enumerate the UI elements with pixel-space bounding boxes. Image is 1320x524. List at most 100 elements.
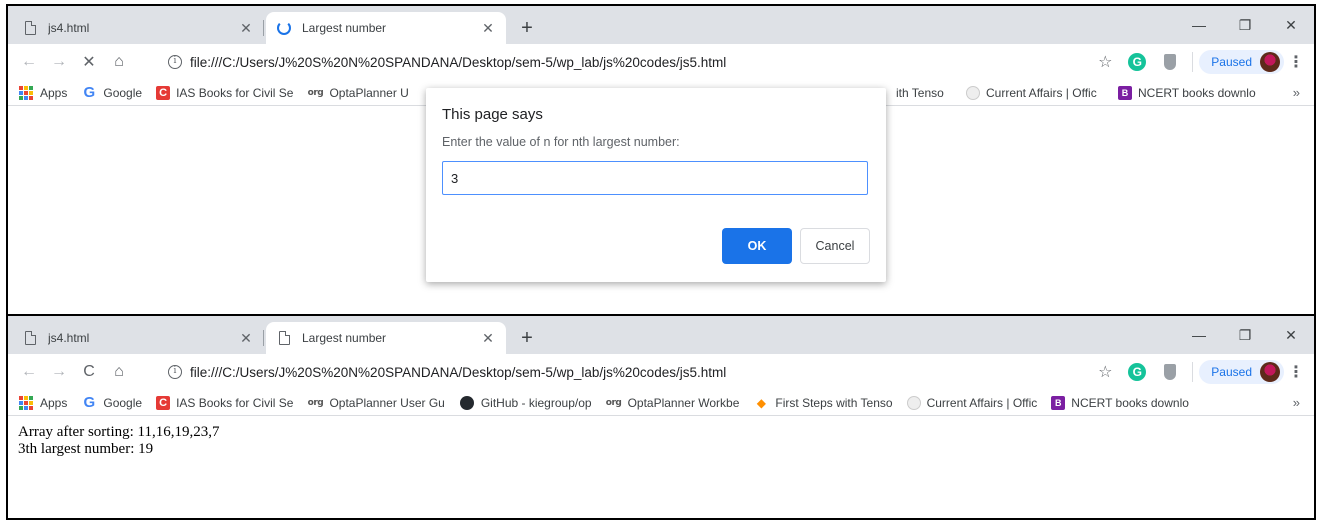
apps-grid-icon xyxy=(18,85,34,101)
tab-title: js4.html xyxy=(48,21,90,35)
address-bar[interactable]: i file:///C:/Users/J%20S%20N%20SPANDANA/… xyxy=(160,358,1104,386)
close-window-button[interactable]: ✕ xyxy=(1268,6,1314,44)
menu-icon[interactable]: ⋮ xyxy=(1284,362,1308,382)
bookmark-current-affairs[interactable]: Current Affairs | Offic xyxy=(966,85,1097,100)
prompt-input[interactable] xyxy=(442,161,868,195)
profile-paused-button[interactable]: Paused xyxy=(1199,360,1284,384)
bookmark-ncert[interactable]: B NCERT books downlo xyxy=(1118,85,1256,100)
loading-spinner-icon xyxy=(276,20,292,36)
minimize-button[interactable]: — xyxy=(1176,316,1222,354)
toolbar-right: ☆ G Paused ⋮ xyxy=(1090,48,1308,76)
more-bookmarks-icon[interactable]: » xyxy=(1293,85,1300,100)
bookmark-optaplanner-workbench[interactable]: org OptaPlanner Workbe xyxy=(606,395,740,411)
profile-status: Paused xyxy=(1211,365,1252,379)
shield-extension-icon[interactable] xyxy=(1164,54,1177,70)
sorted-array-text: Array after sorting: 11,16,19,23,7 xyxy=(18,424,220,440)
bookmark-label: IAS Books for Civil Se xyxy=(176,85,294,100)
toolbar-divider xyxy=(1192,362,1194,382)
bookmark-current-affairs[interactable]: Current Affairs | Offic xyxy=(906,395,1038,410)
profile-paused-button[interactable]: Paused xyxy=(1199,50,1284,74)
tab-largest-number[interactable]: Largest number ✕ xyxy=(266,322,506,354)
tensorflow-icon: ◆ xyxy=(756,395,767,410)
menu-icon[interactable]: ⋮ xyxy=(1284,52,1308,72)
github-icon xyxy=(459,395,475,411)
ncert-icon: B xyxy=(1118,85,1132,100)
tab-js4[interactable]: js4.html ✕ xyxy=(12,12,264,44)
bookmark-label: ith Tenso xyxy=(896,85,944,100)
tab-close-icon[interactable]: ✕ xyxy=(480,20,496,36)
grammarly-extension-icon[interactable]: G xyxy=(1128,53,1147,71)
bookmark-label: OptaPlanner U xyxy=(329,85,409,100)
home-button[interactable]: ⌂ xyxy=(104,357,134,387)
profile-status: Paused xyxy=(1211,55,1252,69)
back-button[interactable]: ← xyxy=(14,47,44,77)
bookmark-label: NCERT books downlo xyxy=(1071,395,1189,410)
document-icon xyxy=(22,330,38,346)
minimize-button[interactable]: — xyxy=(1176,6,1222,44)
new-tab-button[interactable]: + xyxy=(514,16,540,42)
bookmark-apps[interactable]: Apps xyxy=(18,395,67,411)
shield-extension-icon[interactable] xyxy=(1164,364,1177,380)
info-icon[interactable]: i xyxy=(168,55,182,69)
tab-strip: js4.html ✕ Largest number ✕ + — ❐ ✕ xyxy=(8,316,1314,354)
bookmark-google[interactable]: G Google xyxy=(81,394,143,411)
google-icon: G xyxy=(83,84,96,101)
prompt-dialog: This page says Enter the value of n for … xyxy=(426,88,886,282)
back-button[interactable]: ← xyxy=(14,357,44,387)
bookmark-label: Google xyxy=(103,85,143,100)
reload-button[interactable]: C xyxy=(74,357,104,387)
forward-button[interactable]: → xyxy=(44,47,74,77)
cancel-button[interactable]: Cancel xyxy=(800,228,870,264)
avatar xyxy=(1260,362,1280,382)
more-bookmarks-icon[interactable]: » xyxy=(1293,395,1300,410)
bookmark-star-icon[interactable]: ☆ xyxy=(1090,52,1120,72)
bookmark-ias-books[interactable]: C IAS Books for Civil Se xyxy=(156,85,294,100)
grammarly-extension-icon[interactable]: G xyxy=(1128,363,1147,381)
bookmark-google[interactable]: G Google xyxy=(81,84,143,101)
nth-largest-result-text: 3th largest number: 19 xyxy=(18,441,154,457)
tab-close-icon[interactable]: ✕ xyxy=(238,330,254,346)
tab-strip: js4.html ✕ Largest number ✕ + — ❐ ✕ xyxy=(8,6,1314,44)
tab-title: Largest number xyxy=(302,331,387,345)
bookmark-ias-books[interactable]: C IAS Books for Civil Se xyxy=(156,395,293,410)
new-tab-button[interactable]: + xyxy=(514,326,540,352)
restore-button[interactable]: ❐ xyxy=(1222,6,1268,44)
bookmark-label: Google xyxy=(103,395,143,410)
toolbar-divider xyxy=(1192,52,1194,72)
bookmark-optaplanner-guide[interactable]: org OptaPlanner User Gu xyxy=(307,395,445,411)
bookmark-apps[interactable]: Apps xyxy=(18,85,67,101)
bookmark-tensorflow[interactable]: ◆ First Steps with Tenso xyxy=(753,395,893,411)
bookmark-github[interactable]: GitHub - kiegroup/op xyxy=(459,395,592,411)
ias-books-icon: C xyxy=(156,395,171,410)
tab-js4[interactable]: js4.html ✕ xyxy=(12,322,264,354)
ias-books-icon: C xyxy=(156,85,171,100)
ok-button[interactable]: OK xyxy=(722,228,792,264)
tab-close-icon[interactable]: ✕ xyxy=(480,330,496,346)
tab-largest-number[interactable]: Largest number ✕ xyxy=(266,12,506,44)
bookmark-label: First Steps with Tenso xyxy=(775,395,893,410)
bookmark-label: NCERT books downlo xyxy=(1138,85,1256,100)
toolbar-right: ☆ G Paused ⋮ xyxy=(1090,358,1308,386)
address-bar[interactable]: i file:///C:/Users/J%20S%20N%20SPANDANA/… xyxy=(160,48,1104,76)
tab-close-icon[interactable]: ✕ xyxy=(238,20,254,36)
bookmark-tensorflow[interactable]: ith Tenso xyxy=(896,86,944,100)
window-controls: — ❐ ✕ xyxy=(1176,6,1314,44)
toolbar: ← → C ⌂ i file:///C:/Users/J%20S%20N%20S… xyxy=(8,354,1314,390)
stop-button[interactable]: ✕ xyxy=(74,47,104,77)
home-button[interactable]: ⌂ xyxy=(104,47,134,77)
info-icon[interactable]: i xyxy=(168,365,182,379)
restore-button[interactable]: ❐ xyxy=(1222,316,1268,354)
bookmark-label: Current Affairs | Offic xyxy=(926,395,1038,410)
google-icon: G xyxy=(83,394,96,411)
tab-title: Largest number xyxy=(302,21,387,35)
toolbar: ← → ✕ ⌂ i file:///C:/Users/J%20S%20N%20S… xyxy=(8,44,1314,80)
close-window-button[interactable]: ✕ xyxy=(1268,316,1314,354)
browser-window-bottom: js4.html ✕ Largest number ✕ + — ❐ ✕ ← → … xyxy=(6,316,1316,520)
forward-button[interactable]: → xyxy=(44,357,74,387)
bookmark-optaplanner[interactable]: org OptaPlanner U xyxy=(307,85,409,101)
bookmark-label: GitHub - kiegroup/op xyxy=(480,395,592,410)
bookmark-star-icon[interactable]: ☆ xyxy=(1090,362,1120,382)
bookmark-ncert[interactable]: B NCERT books downlo xyxy=(1051,395,1189,410)
bookmark-label: Apps xyxy=(40,395,68,410)
tab-title: js4.html xyxy=(48,331,90,345)
